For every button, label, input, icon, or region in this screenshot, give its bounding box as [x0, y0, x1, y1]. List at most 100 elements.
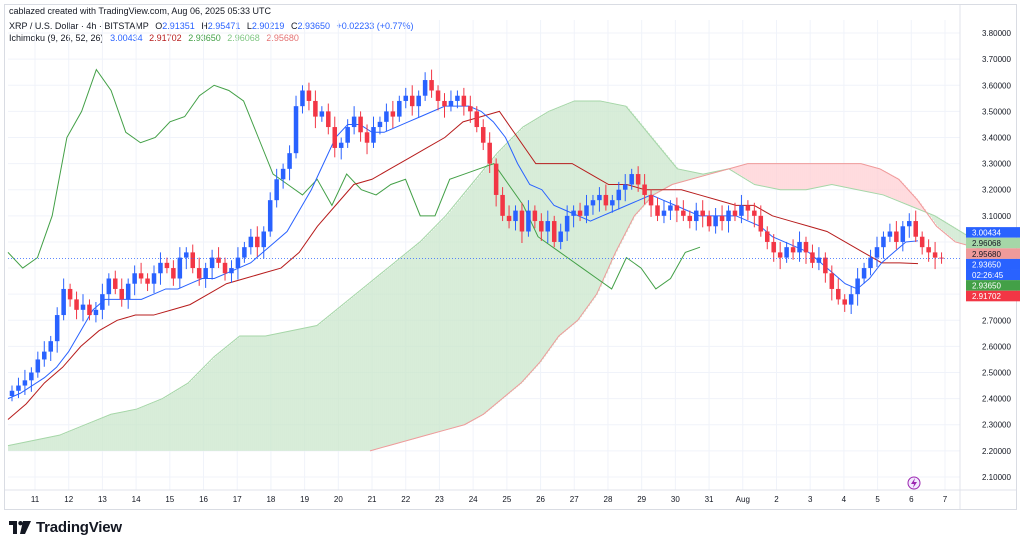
- candle-body: [171, 268, 176, 279]
- x-tick-label: 23: [435, 495, 444, 504]
- cloud-slice: [382, 272, 385, 448]
- candle-body: [571, 210, 576, 216]
- cloud-slice: [956, 228, 959, 243]
- x-tick-label: 25: [502, 495, 511, 504]
- cloud-slice: [426, 235, 429, 436]
- cloud-slice: [8, 445, 11, 451]
- cloud-slice: [678, 168, 681, 183]
- cloud-slice: [292, 330, 295, 451]
- cloud-slice: [758, 163, 761, 186]
- y-tick-label: 2.70000: [982, 316, 1011, 325]
- cloud-slice: [612, 103, 615, 261]
- candle-body: [267, 200, 273, 232]
- cloud-slice: [828, 163, 831, 186]
- cloud-slice: [894, 176, 897, 200]
- cloud-slice: [300, 328, 303, 451]
- cloud-slice: [102, 417, 105, 451]
- cloud-slice: [874, 167, 877, 194]
- x-tick-label: 31: [705, 495, 714, 504]
- cloud-slice: [840, 163, 843, 187]
- cloud-slice: [356, 293, 359, 451]
- cloud-slice: [138, 408, 141, 451]
- cloud-slice: [318, 324, 321, 451]
- candle-body: [706, 215, 712, 227]
- price-chart[interactable]: 2.10000 2.20000 2.30000 2.40000 2.50000 2.600…: [0, 0, 1024, 548]
- cloud-slice: [324, 319, 327, 451]
- x-tick-label: 14: [132, 495, 141, 504]
- x-tick-label: 27: [570, 495, 579, 504]
- candle-body: [261, 231, 267, 248]
- cloud-slice: [234, 340, 237, 451]
- cloud-slice: [150, 403, 153, 451]
- cloud-slice: [156, 401, 159, 451]
- candle-body: [513, 210, 518, 222]
- candle-body: [100, 294, 105, 310]
- cloud-slice: [194, 377, 197, 451]
- candle-body: [861, 268, 867, 279]
- tradingview-footer: TradingView: [9, 519, 122, 536]
- cloud-slice: [562, 105, 565, 334]
- cloud-slice: [172, 392, 175, 451]
- cloud-slice: [152, 402, 155, 451]
- cloud-slice: [778, 163, 781, 190]
- cloud-slice: [246, 335, 249, 451]
- candle-body: [790, 247, 796, 253]
- candle-body: [855, 278, 860, 295]
- cloud-slice: [160, 399, 163, 451]
- cloud-slice: [308, 327, 311, 451]
- cloud-slice: [12, 444, 15, 451]
- cloud-slice: [76, 428, 79, 451]
- candle-body: [487, 142, 492, 164]
- candle-body: [48, 341, 53, 352]
- candle-body: [926, 247, 931, 253]
- x-tick-label: 18: [266, 495, 275, 504]
- cloud-slice: [816, 163, 819, 188]
- cloud-slice: [536, 119, 539, 367]
- cloud-slice: [632, 113, 635, 221]
- cloud-slice: [608, 102, 611, 269]
- cloud-slice: [200, 370, 203, 451]
- candle-body: [719, 215, 725, 222]
- cloud-slice: [22, 442, 25, 451]
- candle-body: [868, 257, 873, 269]
- cloud-slice: [430, 231, 433, 435]
- cloud-slice: [962, 232, 965, 244]
- cloud-slice: [28, 441, 31, 451]
- cloud-slice: [444, 217, 447, 431]
- cloud-slice: [396, 261, 399, 444]
- cloud-slice: [366, 285, 369, 451]
- cloud-slice: [904, 185, 907, 204]
- cloud-slice: [14, 444, 17, 451]
- cloud-slice: [686, 170, 689, 181]
- y-tick-label: 3.20000: [982, 186, 1011, 195]
- candle-body: [442, 100, 447, 107]
- cloud-slice: [780, 163, 783, 190]
- cloud-slice: [530, 122, 533, 374]
- cloud-slice: [212, 358, 215, 451]
- cloud-slice: [658, 145, 661, 193]
- cloud-slice: [842, 163, 845, 187]
- candle-body: [93, 309, 99, 316]
- candle-body: [54, 315, 60, 342]
- candle-body: [480, 127, 486, 143]
- cloud-slice: [30, 441, 33, 451]
- cloud-slice: [438, 223, 441, 433]
- cloud-slice: [148, 404, 151, 451]
- candle-body: [67, 288, 73, 300]
- cloud-slice: [224, 348, 227, 451]
- candle-body: [635, 174, 641, 185]
- cloud-slice: [526, 125, 529, 378]
- cloud-slice: [734, 167, 737, 172]
- cloud-slice: [394, 262, 397, 445]
- cloud-slice: [664, 152, 667, 189]
- x-tick-label: 13: [98, 495, 107, 504]
- candle-body: [564, 215, 570, 232]
- y-tick-label: 3.40000: [982, 134, 1011, 143]
- cloud-slice: [814, 163, 817, 189]
- cloud-slice: [334, 311, 337, 451]
- cloud-slice: [98, 419, 101, 451]
- candle-body: [577, 210, 583, 216]
- cloud-slice: [118, 412, 121, 451]
- candle-body: [597, 194, 602, 201]
- cloud-slice: [640, 123, 643, 210]
